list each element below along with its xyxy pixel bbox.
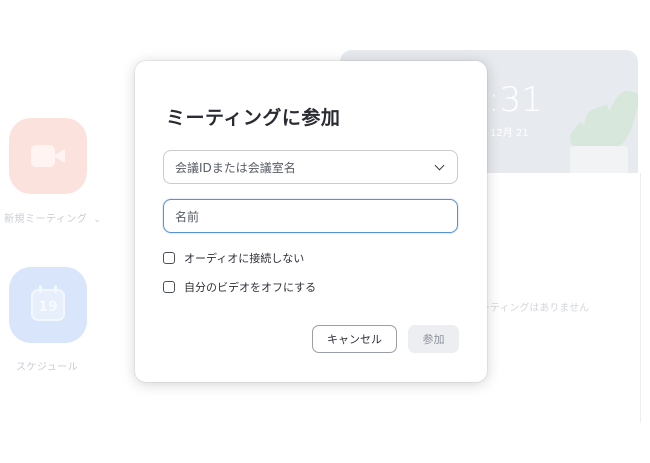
clock-time: :31 <box>488 80 543 120</box>
clock-date: 12月 21 <box>490 128 529 139</box>
name-placeholder: 名前 <box>175 209 200 224</box>
name-field[interactable]: 名前 <box>163 199 458 233</box>
dialog-title: ミーティングに参加 <box>166 107 341 129</box>
chevron-down-icon[interactable]: ⌄ <box>93 215 101 225</box>
meeting-id-placeholder: 会議IDまたは会議室名 <box>175 160 296 175</box>
no-audio-option[interactable]: オーディオに接続しない <box>163 250 304 266</box>
video-off-checkbox[interactable] <box>163 281 175 293</box>
cancel-button[interactable]: キャンセル <box>312 325 397 353</box>
video-off-label: 自分のビデオをオフにする <box>184 281 317 294</box>
join-meeting-dialog: ミーティングに参加 会議IDまたは会議室名 名前 オーディオに接続しない 自分の… <box>135 61 487 382</box>
meeting-id-field[interactable]: 会議IDまたは会議室名 <box>163 150 458 184</box>
join-button[interactable]: 参加 <box>408 325 459 353</box>
calendar-icon: 19 <box>31 285 65 321</box>
no-audio-checkbox[interactable] <box>163 252 175 264</box>
schedule-label: スケジュール <box>16 362 79 373</box>
new-meeting-button[interactable] <box>9 118 87 194</box>
no-meetings-text: ーティングはありません <box>480 303 590 314</box>
new-meeting-label: 新規ミーティング ⌄ <box>4 214 102 225</box>
video-camera-icon <box>31 145 65 167</box>
schedule-button[interactable]: 19 <box>9 267 87 343</box>
no-audio-label: オーディオに接続しない <box>184 252 305 265</box>
video-off-option[interactable]: 自分のビデオをオフにする <box>163 279 316 295</box>
chevron-down-icon[interactable] <box>434 160 445 171</box>
